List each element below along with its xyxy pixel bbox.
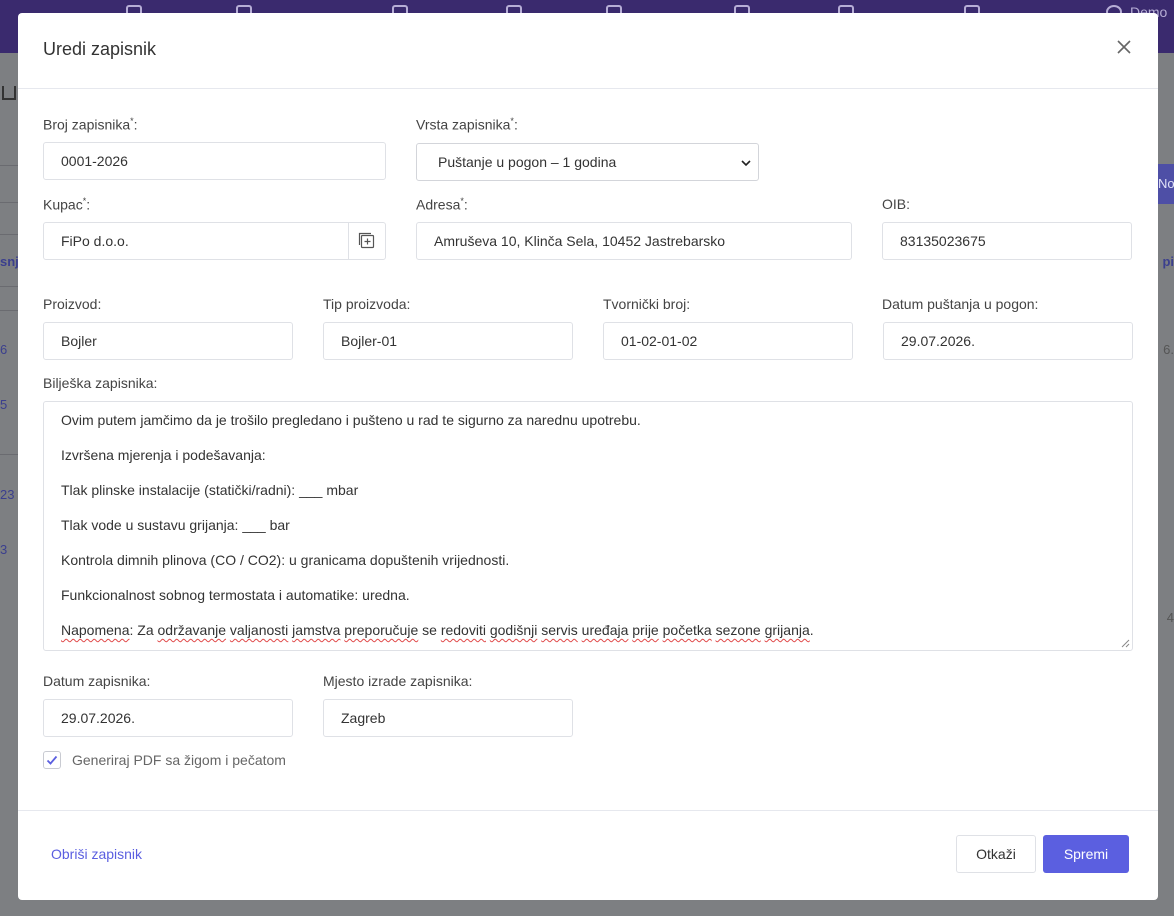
- product-label: Proizvod:: [43, 296, 102, 312]
- edit-record-modal: Uredi zapisnik Broj zapisnika*: Vrsta za…: [18, 13, 1158, 900]
- modal-footer: Obriši zapisnik Otkaži Spremi: [18, 810, 1158, 900]
- product-type-input[interactable]: [323, 322, 573, 360]
- close-icon: [1117, 40, 1131, 54]
- pdf-stamp-checkbox[interactable]: [43, 751, 61, 769]
- cancel-button[interactable]: Otkaži: [956, 835, 1036, 873]
- bg-row-number: 6: [0, 342, 8, 357]
- bg-row-value: 4: [1166, 610, 1174, 625]
- record-type-label: Vrsta zapisnika*:: [416, 116, 518, 133]
- close-button[interactable]: [1112, 35, 1136, 59]
- add-window-icon: [358, 232, 375, 249]
- commissioning-date-label: Datum puštanja u pogon:: [882, 296, 1039, 312]
- checkmark-icon: [46, 755, 58, 765]
- product-type-label: Tip proizvoda:: [323, 296, 411, 312]
- product-input[interactable]: [43, 322, 293, 360]
- notes-line: Tlak plinske instalacije (statički/radni…: [61, 482, 359, 498]
- bg-column-header: snj: [0, 254, 19, 269]
- chevron-down-icon: [741, 160, 751, 167]
- home-icon: [2, 86, 16, 100]
- record-date-input[interactable]: [43, 699, 293, 737]
- notes-label: Bilješka zapisnika:: [43, 375, 158, 391]
- bg-divider: [0, 454, 18, 455]
- record-place-label: Mjesto izrade zapisnika:: [323, 673, 473, 689]
- record-place-input[interactable]: [323, 699, 573, 737]
- record-number-input[interactable]: [43, 142, 386, 180]
- notes-textarea[interactable]: Ovim putem jamčimo da je trošilo pregled…: [43, 401, 1133, 651]
- notes-line: Izvršena mjerenja i podešavanja:: [61, 447, 266, 463]
- serial-number-input[interactable]: [603, 322, 853, 360]
- pdf-stamp-option: Generiraj PDF sa žigom i pečatom: [43, 751, 286, 769]
- bg-divider: [0, 202, 18, 203]
- save-button[interactable]: Spremi: [1043, 835, 1129, 873]
- record-number-label: Broj zapisnika*:: [43, 116, 138, 133]
- notes-line: Tlak vode u sustavu grijanja: ___ bar: [61, 517, 290, 533]
- customer-label: Kupac*:: [43, 196, 91, 213]
- address-input[interactable]: [416, 222, 852, 260]
- bg-row-number: 3: [0, 542, 8, 557]
- resize-handle-icon[interactable]: [1121, 639, 1130, 648]
- bg-row-value: 6.: [1163, 342, 1174, 357]
- bg-divider: [0, 310, 18, 311]
- bg-divider: [0, 234, 18, 235]
- modal-header: Uredi zapisnik: [18, 13, 1158, 89]
- bg-row-number: 5: [0, 397, 8, 412]
- bg-column-header-right: pi: [1162, 254, 1174, 269]
- bg-row-number: 23: [0, 487, 15, 502]
- oib-input[interactable]: [882, 222, 1132, 260]
- serial-number-label: Tvornički broj:: [603, 296, 691, 312]
- customer-input[interactable]: [43, 222, 349, 260]
- record-type-value: Puštanje u pogon – 1 godina: [438, 154, 617, 170]
- modal-title: Uredi zapisnik: [43, 39, 157, 59]
- notes-line: Kontrola dimnih plinova (CO / CO2): u gr…: [61, 552, 510, 568]
- pdf-stamp-label[interactable]: Generiraj PDF sa žigom i pečatom: [72, 752, 286, 768]
- notes-line: Funkcionalnost sobnog termostata i autom…: [61, 587, 410, 603]
- add-customer-button[interactable]: [348, 222, 386, 260]
- bg-divider: [0, 165, 18, 166]
- notes-line: Ovim putem jamčimo da je trošilo pregled…: [61, 412, 641, 428]
- bg-divider: [0, 286, 18, 287]
- delete-record-link[interactable]: Obriši zapisnik: [51, 846, 142, 862]
- oib-label: OIB:: [882, 196, 911, 212]
- address-label: Adresa*:: [416, 196, 468, 213]
- record-date-label: Datum zapisnika:: [43, 673, 151, 689]
- record-type-select[interactable]: Puštanje u pogon – 1 godina: [416, 143, 759, 181]
- notes-line-remark: Napomena: Za održavanje valjanosti jamst…: [61, 622, 814, 638]
- commissioning-date-input[interactable]: [883, 322, 1133, 360]
